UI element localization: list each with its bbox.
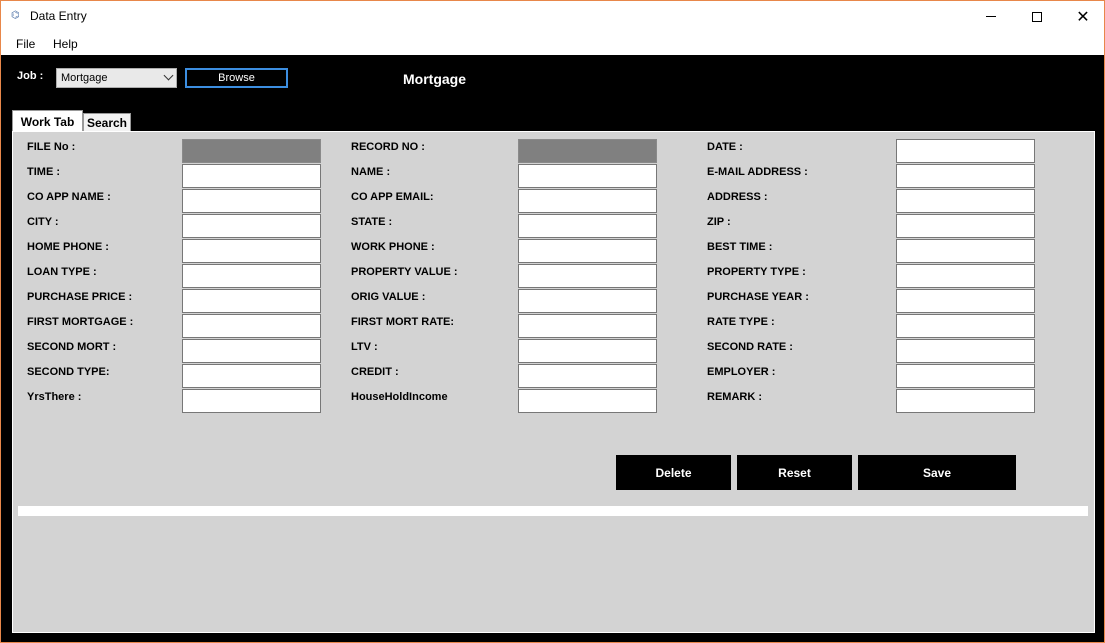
text-field[interactable] [182,339,321,363]
text-field[interactable] [896,289,1035,313]
field-label: CO APP NAME : [27,191,111,203]
readonly-field [182,139,321,163]
field-label: WORK PHONE : [351,241,435,253]
field-label: HouseHoldIncome [351,391,448,403]
text-field[interactable] [182,264,321,288]
job-label: Job : [17,70,44,82]
text-field[interactable] [182,389,321,413]
menu-bar: File Help [1,32,1104,55]
reset-button[interactable]: Reset [737,455,852,490]
field-label: DATE : [707,141,743,153]
field-label: PURCHASE PRICE : [27,291,133,303]
text-field[interactable] [518,339,657,363]
text-field[interactable] [182,289,321,313]
field-label: PROPERTY TYPE : [707,266,806,278]
page-title: Mortgage [403,71,466,87]
text-field[interactable] [518,239,657,263]
chevron-down-icon [163,70,174,81]
text-field[interactable] [518,189,657,213]
app-window: ⌬ Data Entry ✕ File Help Job : Mortgage … [0,0,1105,643]
field-label: ZIP : [707,216,731,228]
close-icon: ✕ [1076,6,1090,26]
text-field[interactable] [896,389,1035,413]
field-label: LOAN TYPE : [27,266,97,278]
job-select-value: Mortgage [61,72,108,84]
text-field[interactable] [518,289,657,313]
field-label: CO APP EMAIL: [351,191,434,203]
text-field[interactable] [518,214,657,238]
job-select[interactable]: Mortgage [56,68,177,88]
text-field[interactable] [518,364,657,388]
text-field[interactable] [896,164,1035,188]
field-label: ADDRESS : [707,191,768,203]
field-label: CITY : [27,216,59,228]
field-label: EMPLOYER : [707,366,776,378]
field-label: HOME PHONE : [27,241,109,253]
field-label: FIRST MORT RATE: [351,316,455,328]
field-label: CREDIT : [351,366,399,378]
field-label: PURCHASE YEAR : [707,291,809,303]
text-field[interactable] [896,139,1035,163]
delete-button[interactable]: Delete [616,455,731,490]
text-field[interactable] [182,164,321,188]
minimize-button[interactable] [968,1,1014,32]
readonly-field [518,139,657,163]
text-field[interactable] [896,189,1035,213]
text-field[interactable] [182,189,321,213]
field-label: YrsThere : [27,391,82,403]
field-label: FIRST MORTGAGE : [27,316,134,328]
field-label: RECORD NO : [351,141,425,153]
save-button[interactable]: Save [858,455,1016,490]
field-label: SECOND TYPE: [27,366,110,378]
field-label: STATE : [351,216,393,228]
browse-button[interactable]: Browse [185,68,288,88]
menu-file[interactable]: File [16,37,35,51]
text-field[interactable] [182,364,321,388]
maximize-icon [1032,11,1042,22]
minimize-icon [986,16,996,17]
text-field[interactable] [182,314,321,338]
menu-help[interactable]: Help [53,37,78,51]
tab-search[interactable]: Search [83,113,131,132]
field-label: SECOND MORT : [27,341,117,353]
field-label: TIME : [27,166,60,178]
maximize-button[interactable] [1014,1,1060,32]
text-field[interactable] [896,214,1035,238]
text-field[interactable] [896,364,1035,388]
field-label: BEST TIME : [707,241,773,253]
text-field[interactable] [896,339,1035,363]
field-label: FILE No : [27,141,76,153]
field-label: ORIG VALUE : [351,291,426,303]
close-button[interactable]: ✕ [1060,1,1105,32]
text-field[interactable] [896,264,1035,288]
title-bar: ⌬ Data Entry ✕ [1,1,1104,32]
app-icon: ⌬ [11,10,20,21]
field-label: E-MAIL ADDRESS : [707,166,808,178]
field-label: PROPERTY VALUE : [351,266,458,278]
text-field[interactable] [896,239,1035,263]
text-field[interactable] [518,389,657,413]
text-field[interactable] [518,264,657,288]
field-label: RATE TYPE : [707,316,775,328]
text-field[interactable] [518,314,657,338]
field-label: SECOND RATE : [707,341,793,353]
field-label: NAME : [351,166,391,178]
field-label: REMARK : [707,391,762,403]
field-label: LTV : [351,341,378,353]
text-field[interactable] [896,314,1035,338]
text-field[interactable] [182,214,321,238]
window-title: Data Entry [30,9,87,23]
text-field[interactable] [518,164,657,188]
progress-bar [18,506,1088,516]
text-field[interactable] [182,239,321,263]
tab-work[interactable]: Work Tab [12,110,83,132]
